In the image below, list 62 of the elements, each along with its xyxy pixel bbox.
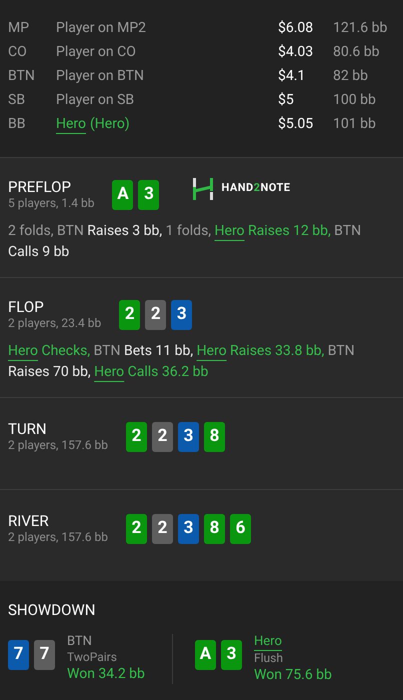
win-amount: Won 34.2 bb [67, 664, 145, 682]
position-label: BB [8, 114, 26, 134]
position-label: SB [8, 90, 26, 110]
logo-text: HAND2NOTE [221, 180, 290, 196]
stack-amount: $4.1 [278, 66, 306, 86]
player-name: Player on BTN [56, 66, 144, 86]
playing-card: 3 [178, 514, 199, 544]
playing-card: 2 [152, 514, 173, 544]
playing-card: 3 [178, 422, 199, 452]
logo-icon [193, 178, 214, 200]
playing-card: 3 [171, 300, 192, 330]
hero-link[interactable]: Hero [196, 343, 227, 359]
stack-amount: $6.08 [278, 18, 314, 38]
playing-card: A [112, 180, 134, 210]
playing-card: 8 [204, 422, 225, 452]
playing-card: 6 [230, 514, 251, 544]
street-info: 2 players, 23.4 bb [8, 316, 102, 331]
stack-bb: 82 bb [333, 66, 369, 86]
hand-rank: TwoPairs [67, 650, 118, 664]
playing-card: 2 [145, 300, 166, 330]
player-link[interactable]: Hero [254, 634, 282, 650]
stack-amount: $4.03 [278, 42, 314, 62]
position-label: MP [8, 18, 30, 38]
stack-bb: 80.6 bb [333, 42, 380, 62]
hand-rank: Flush [254, 650, 284, 666]
showdown-title: SHOWDOWN [8, 600, 96, 621]
hero-link[interactable]: Hero [94, 364, 124, 380]
player-name: Player on CO [56, 42, 136, 62]
action-summary: 2 folds, BTN Raises 3 bb, 1 folds, Hero Raises 12 bb, BTN Calls 9 bb [8, 222, 362, 262]
stack-bb: 121.6 bb [333, 18, 388, 38]
playing-card: A [195, 640, 216, 670]
player-name: Player on SB [56, 90, 134, 110]
street-title: RIVER [8, 512, 50, 530]
playing-card: 7 [34, 640, 55, 670]
player-tag: (Hero) [90, 114, 130, 134]
street-info: 2 players, 157.6 bb [8, 530, 108, 545]
playing-card: 3 [221, 640, 242, 670]
street-info: 5 players, 1.4 bb [8, 196, 94, 211]
street-title: TURN [8, 420, 48, 438]
win-amount: Won 75.6 bb [254, 666, 332, 684]
playing-card: 7 [8, 640, 29, 670]
playing-card: 2 [119, 300, 140, 330]
hero-link[interactable]: Hero [214, 223, 245, 239]
playing-card: 3 [138, 180, 160, 210]
street-title: FLOP [8, 298, 45, 316]
position-label: CO [8, 42, 28, 62]
street-title: PREFLOP [8, 178, 72, 196]
playing-card: 2 [126, 514, 147, 544]
stack-amount: $5 [278, 90, 295, 110]
player-link[interactable]: Hero [56, 114, 86, 134]
playing-card: 8 [204, 514, 225, 544]
action-summary: Hero Checks, BTN Bets 11 bb, Hero Raises 33.8 bb, BTN Raises 70 bb, Hero Calls 36.2 bb [8, 342, 356, 382]
player-name: BTN [67, 634, 93, 650]
stack-bb: 101 bb [333, 114, 377, 134]
position-label: BTN [8, 66, 36, 86]
stack-amount: $5.05 [278, 114, 314, 134]
hero-link[interactable]: Hero [8, 343, 38, 359]
player-name: Player on MP2 [56, 18, 146, 38]
stack-bb: 100 bb [333, 90, 377, 110]
playing-card: 2 [152, 422, 173, 452]
playing-card: 2 [126, 422, 147, 452]
street-info: 2 players, 157.6 bb [8, 438, 108, 453]
